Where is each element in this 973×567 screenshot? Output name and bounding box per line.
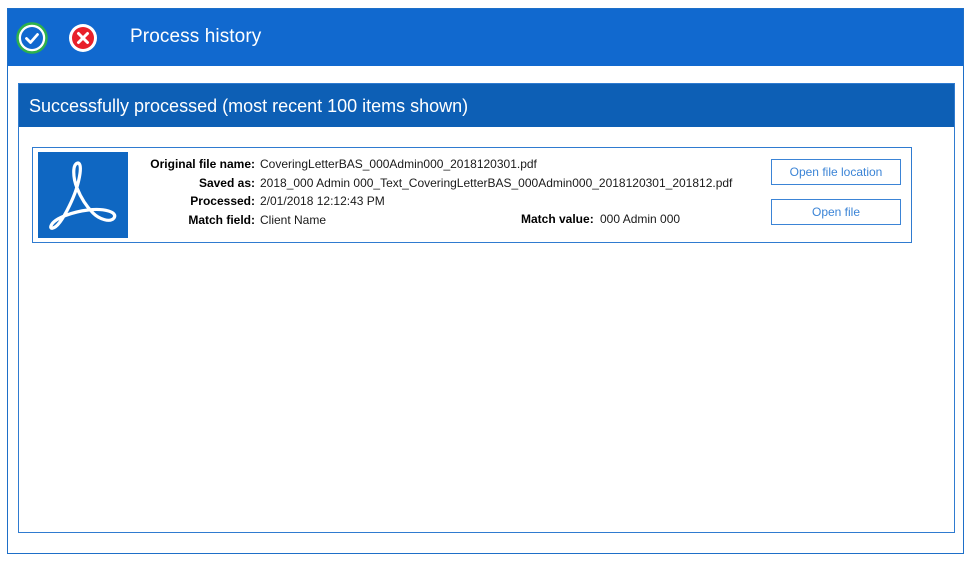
process-history-window: Process history Successfully processed (… xyxy=(7,8,964,554)
confirm-button[interactable] xyxy=(16,22,48,54)
section-title: Successfully processed (most recent 100 … xyxy=(29,96,469,116)
processed-value: 2/01/2018 12:12:43 PM xyxy=(260,194,385,208)
open-file-button[interactable]: Open file xyxy=(771,199,901,225)
check-circle-icon xyxy=(16,22,48,54)
window-title: Process history xyxy=(130,26,262,47)
cancel-button[interactable] xyxy=(67,22,99,54)
pdf-acrobat-icon xyxy=(49,161,117,230)
saved-as-label: Saved as: xyxy=(198,175,255,190)
original-file-name-label: Original file name: xyxy=(150,157,255,171)
history-item: Original file name: Saved as: Processed:… xyxy=(32,147,912,243)
match-value-value: 000 Admin 000 xyxy=(600,212,681,226)
processed-label: Processed: xyxy=(190,194,255,208)
match-field-label: Match field: xyxy=(188,212,255,227)
open-file-location-button[interactable]: Open file location xyxy=(771,159,901,185)
field-labels: Original file name: Saved as: Processed:… xyxy=(133,155,255,229)
section-header: Successfully processed (most recent 100 … xyxy=(19,84,954,127)
close-x-icon xyxy=(69,24,97,52)
title-bar: Process history xyxy=(8,9,963,66)
file-thumbnail xyxy=(38,152,128,238)
saved-as-value: 2018_000 Admin 000_Text_CoveringLetterBA… xyxy=(260,175,733,190)
match-value-label: Match value: xyxy=(521,212,594,226)
processed-section: Successfully processed (most recent 100 … xyxy=(18,83,955,533)
original-file-name-value: CoveringLetterBAS_000Admin000_2018120301… xyxy=(260,157,537,171)
